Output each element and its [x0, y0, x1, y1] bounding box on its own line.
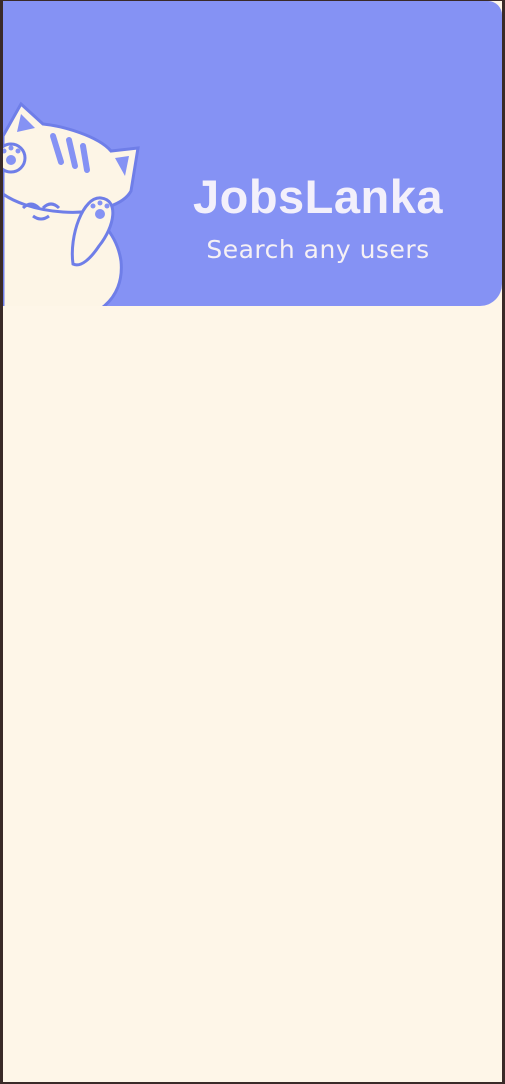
app-screen: JobsLanka Search any users: [3, 1, 502, 1082]
cat-mascot-icon: [3, 101, 140, 306]
app-subtitle: Search any users: [206, 235, 430, 264]
app-title: JobsLanka: [192, 170, 444, 223]
header-banner: JobsLanka Search any users: [3, 1, 502, 306]
